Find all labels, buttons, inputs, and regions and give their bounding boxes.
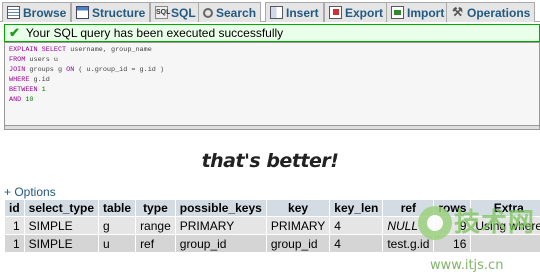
tab-export[interactable]: Export: [324, 2, 389, 22]
tab-import[interactable]: Import: [386, 2, 450, 22]
tab-label: Export: [345, 5, 384, 20]
search-icon: [203, 7, 213, 18]
column-header[interactable]: table: [99, 200, 136, 216]
sql-text: groups g: [25, 66, 67, 74]
column-header[interactable]: key_len: [330, 200, 383, 216]
export-icon: [329, 6, 342, 19]
sql-keyword: FROM: [9, 56, 26, 64]
table-cell: g: [99, 217, 136, 234]
options-link[interactable]: + Options: [4, 185, 56, 199]
sql-text: ( u.group_id = g.id ): [74, 66, 165, 74]
table-cell: PRIMARY: [175, 217, 266, 234]
tab-bar: Browse Structure SQL SQL Search Insert E…: [0, 0, 540, 22]
column-header[interactable]: type: [136, 200, 175, 216]
sql-line: JOIN groups g ON ( u.group_id = g.id ): [9, 65, 535, 75]
tab-label: Browse: [23, 5, 67, 20]
structure-icon: [76, 6, 89, 19]
sql-keyword: WHERE: [9, 76, 30, 84]
table-cell: PRIMARY: [266, 217, 330, 234]
sql-keyword: EXPLAIN: [9, 46, 38, 54]
tab-label: Search: [216, 5, 257, 20]
tab-operations[interactable]: ⚒ Operations: [446, 2, 536, 22]
tab-label: Operations: [467, 5, 531, 20]
column-header[interactable]: possible_keys: [175, 200, 266, 216]
watermark-text: 技术网: [454, 208, 536, 238]
sql-line: WHERE g.id: [9, 75, 535, 85]
insert-icon: [270, 6, 283, 19]
sql-keyword: AND: [9, 96, 22, 104]
success-message: ✔ Your SQL query has been executed succe…: [4, 24, 540, 42]
browse-icon: [7, 6, 20, 19]
table-cell: u: [99, 235, 136, 252]
tab-sql[interactable]: SQL SQL: [150, 2, 201, 22]
sql-icon: SQL: [155, 6, 170, 19]
tab-search[interactable]: Search: [198, 2, 262, 22]
success-message-text: Your SQL query has been executed success…: [25, 26, 284, 40]
tab-browse[interactable]: Browse: [2, 2, 72, 22]
sql-query-box: EXPLAIN SELECT username, group_name FROM…: [4, 42, 540, 126]
sql-number: 1: [41, 86, 46, 94]
table-cell: 4: [330, 235, 383, 252]
tab-label: SQL: [171, 5, 196, 20]
sql-keyword: SELECT: [41, 46, 67, 54]
watermark-logo-icon: [418, 206, 452, 240]
sql-line: EXPLAIN SELECT username, group_name: [9, 45, 535, 55]
sql-line: AND 10: [9, 95, 535, 105]
sql-keyword: BETWEEN: [9, 86, 38, 94]
sql-text: g.id: [29, 76, 50, 84]
import-icon: [391, 6, 404, 19]
tab-structure[interactable]: Structure: [71, 2, 151, 22]
table-cell: 1: [5, 217, 24, 234]
watermark-url: www.itjs.cn: [430, 258, 504, 273]
sql-text: username, group_name: [66, 46, 152, 54]
table-cell: range: [136, 217, 175, 234]
column-header[interactable]: id: [5, 200, 24, 216]
sql-box-footer: [4, 126, 540, 130]
column-header[interactable]: key: [266, 200, 330, 216]
sql-text: users u: [25, 56, 58, 64]
tab-label: Structure: [92, 5, 146, 20]
sql-keyword: JOIN: [9, 66, 26, 74]
operations-icon: ⚒: [452, 5, 463, 19]
table-cell: SIMPLE: [24, 235, 99, 252]
caption-text: that's better!: [201, 150, 339, 172]
column-header[interactable]: select_type: [24, 200, 99, 216]
table-cell: group_id: [266, 235, 330, 252]
tab-insert[interactable]: Insert: [265, 2, 324, 22]
tab-label: Insert: [286, 5, 319, 20]
checkmark-icon: ✔: [9, 25, 20, 40]
table-cell: SIMPLE: [24, 217, 99, 234]
table-cell: group_id: [175, 235, 266, 252]
sql-line: FROM users u: [9, 55, 535, 65]
tab-label: Import: [407, 5, 445, 20]
table-cell: 1: [5, 235, 24, 252]
sql-line: BETWEEN 1: [9, 85, 535, 95]
sql-number: 10: [25, 96, 34, 104]
table-cell: 4: [330, 217, 383, 234]
table-cell: ref: [136, 235, 175, 252]
